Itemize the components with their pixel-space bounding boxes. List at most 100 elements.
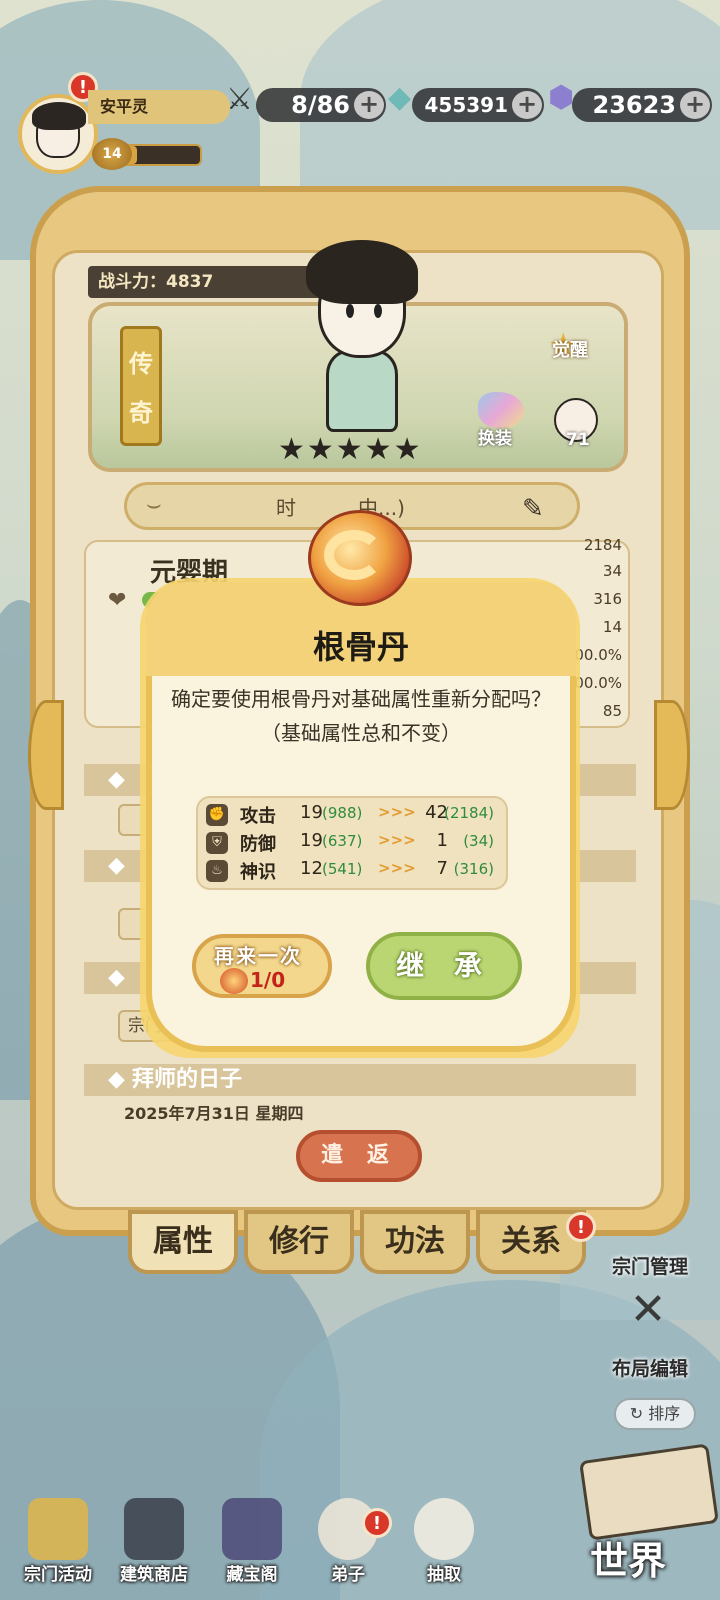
stamina-plus-button[interactable]: + [354,91,384,119]
tab-attributes[interactable]: 属性 [128,1210,238,1274]
crystal-value: 455391 [424,93,509,117]
stamina-counter: 8/86 + [256,88,386,122]
next-disciple-arrow[interactable] [654,700,690,810]
disciples-alert-icon: ! [362,1508,392,1538]
row-before: 19 [300,802,323,823]
compare-row-spirit: ♨ 神识 12 (541) >>> 7 (316) [200,858,504,886]
prev-disciple-arrow[interactable] [28,700,64,810]
stat-value-5: 00.0% [574,646,622,664]
row-before-total: (541) [322,860,363,878]
player-avatar[interactable] [18,94,98,174]
row-before-total: (988) [322,804,363,822]
rank-tag: 传 奇 [120,326,162,446]
apprentice-date: 2025年7月31日 星期四 [124,1104,304,1123]
boat-icon: ⌣ [146,490,162,518]
sort-label: 排序 [648,1404,681,1423]
stat-value-2: 34 [602,562,622,580]
player-name: 安平灵 [88,90,230,124]
compare-row-attack: ✊ 攻击 19 (988) >>> 42 (2184) [200,802,504,830]
gem-icon: ⬢ [548,80,575,115]
sword-icon: ⚔ [226,82,253,117]
gem-plus-button[interactable]: + [680,91,710,119]
world-button[interactable]: 世界 [579,1443,719,1592]
row-after: 1 [436,830,448,851]
fist-icon: ✊ [206,804,228,826]
row-label: 防御 [240,834,276,855]
row-arrow: >>> [378,831,416,849]
inherit-button[interactable]: 继 承 [366,932,522,1000]
level-badge: 14 [92,138,132,170]
rank-char-1: 传 [129,350,153,378]
dismiss-button[interactable]: 遣 返 [296,1130,422,1182]
building-shop-icon [124,1498,184,1560]
modal-message: 确定要使用根骨丹对基础属性重新分配吗？（基础属性总和不变） [171,687,551,745]
row-label: 神识 [240,862,276,883]
shield-icon: ⛨ [206,832,228,854]
row-after-total: (316) [453,860,494,878]
nav-label: 弟子 [331,1565,365,1585]
nav-label: 藏宝阁 [226,1565,278,1585]
row-before-total: (637) [322,832,363,850]
row-arrow: >>> [378,803,416,821]
treasure-icon [222,1498,282,1560]
relations-alert-icon: ! [566,1212,596,1242]
retry-count: 1/0 [250,968,286,992]
row-after-total: (34) [463,832,494,850]
pill-icon [300,500,420,610]
layout-edit-button[interactable]: 布局编辑 [612,1354,688,1381]
modal-title: 根骨丹 [312,628,409,666]
sort-icon: ↻ [629,1404,644,1423]
stat-value-4: 14 [602,618,622,636]
avatar-face [32,102,86,158]
tab-techniques[interactable]: 功法 [360,1210,470,1274]
mini-avatar-count: 71 [566,430,590,450]
row-after: 7 [436,858,448,879]
star-rating: ★★★★★ [278,432,423,467]
nav-label: 抽取 [427,1565,461,1585]
nav-building-shop[interactable]: 建筑商店 [110,1498,198,1594]
top-bar: ! 安平灵 14 ⚔ 8/86 + ◆ 455391 + ⬢ 23623 + [0,0,720,174]
heart-icon: ❤ [108,588,127,613]
stat-value-7: 85 [602,702,622,720]
nav-sect-activity[interactable]: 宗门活动 [14,1498,102,1594]
world-label: 世界 [590,1539,667,1583]
nav-draw[interactable]: 抽取 [400,1498,488,1594]
row-label: 攻击 [240,806,276,827]
layout-icon[interactable]: ✕ [616,1284,680,1336]
disciple-character [300,234,420,434]
section-title-4: 拜师的日子 [132,1067,243,1092]
outfit-label[interactable]: 换装 [478,424,512,449]
gem-counter: 23623 + [572,88,712,122]
sect-activity-icon [28,1498,88,1560]
world-map-icon [579,1443,719,1541]
row-before: 19 [300,830,323,851]
row-after-total: (2184) [444,804,494,822]
row-before: 12 [300,858,323,879]
nav-label: 建筑商店 [120,1565,188,1585]
sect-manage-button[interactable]: 宗门管理 [612,1252,688,1279]
compare-row-defense: ⛨ 防御 19 (637) >>> 1 (34) [200,830,504,858]
crystal-plus-button[interactable]: + [512,91,542,119]
retry-button[interactable]: 再来一次 1/0 [192,934,332,998]
stat-value-1: 2184 [583,536,622,554]
combat-power: 战斗力：4837 [88,266,328,298]
pill-small-icon [220,968,248,994]
nav-treasure[interactable]: 藏宝阁 [208,1498,296,1594]
spirit-icon: ♨ [206,860,228,882]
outfit-icon[interactable] [478,392,524,428]
retry-label: 再来一次 [214,944,302,968]
stamina-value: 8/86 [291,91,350,119]
stat-value-3: 316 [593,590,622,608]
gem-value: 23623 [592,91,677,119]
nav-label: 宗门活动 [24,1565,92,1585]
stat-value-6: 00.0% [574,674,622,692]
brush-icon[interactable]: ✎ [522,494,544,524]
section-header-4: ◆ 拜师的日子 [84,1064,636,1096]
crystal-icon: ◆ [388,80,412,115]
awaken-button[interactable]: 觉醒 [552,336,588,362]
tab-cultivation[interactable]: 修行 [244,1210,354,1274]
sort-button[interactable]: ↻ 排序 [614,1398,696,1430]
disciple-title: 时 [276,496,296,520]
rank-char-2: 奇 [129,399,153,427]
row-arrow: >>> [378,859,416,877]
